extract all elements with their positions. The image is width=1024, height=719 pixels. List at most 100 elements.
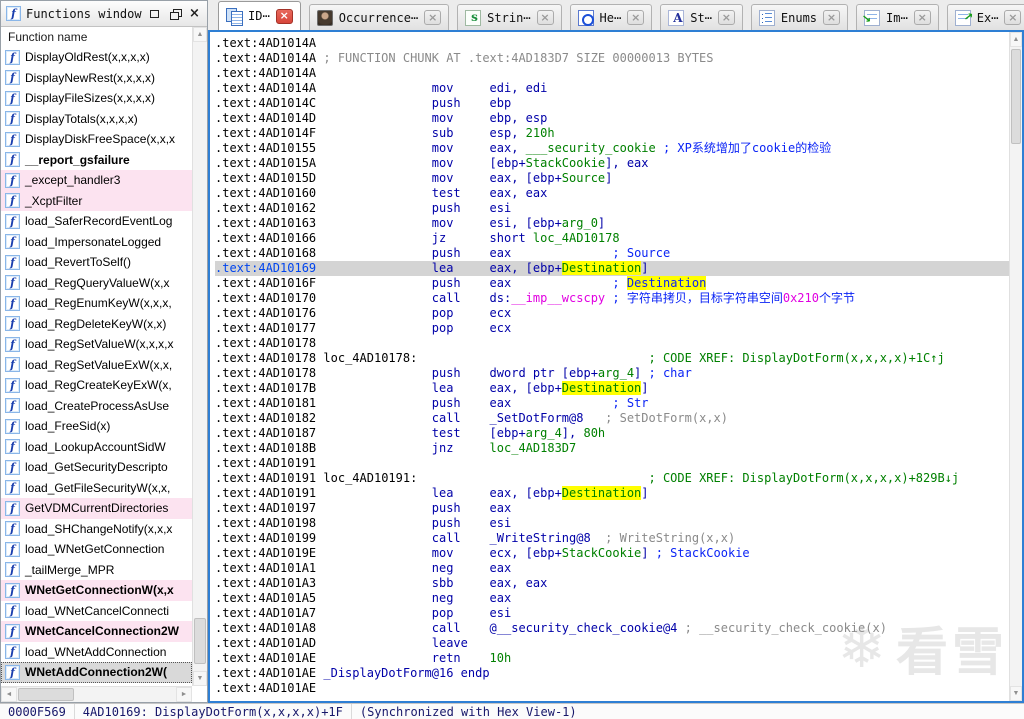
disassembly-line[interactable]: .text:4AD10176 pop ecx — [215, 306, 1009, 321]
tab-exports[interactable]: Ex⋯ × — [946, 4, 1024, 30]
disassembly-line[interactable]: .text:4AD101AE _DisplayDotForm@16 endp — [215, 666, 1009, 681]
disassembly-line[interactable]: .text:4AD101A3 sbb eax, eax — [215, 576, 1009, 591]
function-list-item[interactable]: f load_LookupAccountSidW — [1, 436, 192, 457]
tab-close-icon[interactable]: × — [717, 10, 735, 25]
disassembly-line[interactable]: .text:4AD10182 call _SetDotForm@8 ; SetD… — [215, 411, 1009, 426]
tab-strings[interactable]: Strin⋯ × — [457, 4, 562, 30]
disassembly-line[interactable]: .text:4AD10168 push eax ; Source — [215, 246, 1009, 261]
function-list-item[interactable]: f load_RegSetValueW(x,x,x,x — [1, 334, 192, 355]
disassembly-line[interactable]: .text:4AD1014D mov ebp, esp — [215, 111, 1009, 126]
scroll-down-arrow-icon[interactable]: ▼ — [193, 671, 207, 686]
disassembly-line[interactable]: .text:4AD10162 push esi — [215, 201, 1009, 216]
disassembly-line[interactable]: .text:4AD10178 — [215, 336, 1009, 351]
function-list-item[interactable]: f load_RegSetValueExW(x,x, — [1, 354, 192, 375]
function-list-item[interactable]: f load_SaferRecordEventLog — [1, 211, 192, 232]
disassembly-line[interactable]: .text:4AD1015D mov eax, [ebp+Source] — [215, 171, 1009, 186]
scroll-right-arrow-icon[interactable]: ► — [176, 687, 192, 702]
tab-close-icon[interactable]: × — [1004, 10, 1022, 25]
tab-hex[interactable]: He⋯ × — [569, 4, 653, 30]
tab-ida-view[interactable]: ID⋯ × — [218, 1, 301, 30]
disassembly-listing[interactable]: .text:4AD1014A .text:4AD1014A ; FUNCTION … — [210, 32, 1009, 701]
disassembly-line[interactable]: .text:4AD10178 loc_4AD10178: ; CODE XREF… — [215, 351, 1009, 366]
functions-window-titlebar[interactable]: f Functions window × — [1, 1, 207, 27]
restore-button[interactable] — [167, 7, 182, 21]
function-list-item[interactable]: f _tailMerge_MPR — [1, 559, 192, 580]
tab-close-icon[interactable]: × — [536, 10, 554, 25]
disassembly-line[interactable]: .text:4AD1014A — [215, 36, 1009, 51]
disassembly-line[interactable]: .text:4AD101A1 neg eax — [215, 561, 1009, 576]
disassembly-line[interactable]: .text:4AD1014C push ebp — [215, 96, 1009, 111]
scroll-down-arrow-icon[interactable]: ▼ — [1010, 686, 1022, 701]
disassembly-line[interactable]: .text:4AD10199 call _WriteString@8 ; Wri… — [215, 531, 1009, 546]
function-list-item[interactable]: f load_RevertToSelf() — [1, 252, 192, 273]
function-list-item[interactable]: f load_GetSecurityDescripto — [1, 457, 192, 478]
disassembly-line[interactable]: .text:4AD10166 jz short loc_4AD10178 — [215, 231, 1009, 246]
scroll-up-arrow-icon[interactable]: ▲ — [193, 27, 207, 42]
function-list-item[interactable]: f load_RegQueryValueW(x,x — [1, 272, 192, 293]
disassembly-current-line[interactable]: .text:4AD10169 lea eax, [ebp+Destination… — [215, 261, 1009, 276]
tab-structures[interactable]: St⋯ × — [660, 4, 743, 30]
scrollbar-thumb[interactable] — [18, 688, 74, 701]
tab-occurrences[interactable]: Occurrence⋯ × — [308, 4, 450, 30]
disassembly-line[interactable]: .text:4AD10160 test eax, eax — [215, 186, 1009, 201]
function-list-item[interactable]: f load_FreeSid(x) — [1, 416, 192, 437]
disassembly-line[interactable]: .text:4AD10191 loc_4AD10191: ; CODE XREF… — [215, 471, 1009, 486]
disassembly-line[interactable]: .text:4AD10197 push eax — [215, 501, 1009, 516]
disassembly-vertical-scrollbar[interactable]: ▲ ▼ — [1009, 32, 1022, 701]
tab-close-icon[interactable]: × — [627, 10, 645, 25]
function-list-item[interactable]: f WNetAddConnection2W( — [1, 662, 192, 683]
disassembly-line[interactable]: .text:4AD10155 mov eax, ___security_cook… — [215, 141, 1009, 156]
function-list-item[interactable]: f DisplayOldRest(x,x,x,x) — [1, 47, 192, 68]
scrollbar-thumb[interactable] — [194, 618, 206, 664]
function-list-item[interactable]: f __report_gsfailure — [1, 149, 192, 170]
function-list-item[interactable]: f load_RegCreateKeyExW(x, — [1, 375, 192, 396]
disassembly-line[interactable]: .text:4AD101AE retn 10h — [215, 651, 1009, 666]
function-list-item[interactable]: f _except_handler3 — [1, 170, 192, 191]
function-list-item[interactable]: f WNetCancelConnection2W — [1, 621, 192, 642]
function-list-item[interactable]: f DisplayDiskFreeSpace(x,x,x — [1, 129, 192, 150]
disassembly-line[interactable]: .text:4AD10170 call ds:__imp__wcscpy ; 字… — [215, 291, 1009, 306]
disassembly-line[interactable]: .text:4AD1016F push eax ; Destination — [215, 276, 1009, 291]
disassembly-line[interactable]: .text:4AD10178 push dword ptr [ebp+arg_4… — [215, 366, 1009, 381]
disassembly-line[interactable]: .text:4AD1014A mov edi, edi — [215, 81, 1009, 96]
disassembly-line[interactable]: .text:4AD10191 — [215, 456, 1009, 471]
tab-close-icon[interactable]: × — [275, 8, 293, 24]
function-list-item[interactable]: f load_SHChangeNotify(x,x,x — [1, 518, 192, 539]
disassembly-line[interactable]: .text:4AD1019E mov ecx, [ebp+StackCookie… — [215, 546, 1009, 561]
tab-close-icon[interactable]: × — [823, 10, 841, 25]
function-list-item[interactable]: f load_CreateProcessAsUse — [1, 395, 192, 416]
function-list-item[interactable]: f WNetGetConnectionW(x,x — [1, 580, 192, 601]
function-list-item[interactable]: f load_ImpersonateLogged — [1, 231, 192, 252]
disassembly-line[interactable]: .text:4AD101A7 pop esi — [215, 606, 1009, 621]
tab-close-icon[interactable]: × — [424, 10, 442, 25]
disassembly-line[interactable]: .text:4AD10187 test [ebp+arg_4], 80h — [215, 426, 1009, 441]
scroll-left-arrow-icon[interactable]: ◄ — [1, 687, 17, 702]
function-list-vertical-scrollbar[interactable]: ▲ ▼ — [192, 27, 207, 686]
function-list-item[interactable]: f load_WNetAddConnection — [1, 641, 192, 662]
disassembly-line[interactable]: .text:4AD1017B lea eax, [ebp+Destination… — [215, 381, 1009, 396]
function-list-item[interactable]: f load_RegDeleteKeyW(x,x) — [1, 313, 192, 334]
function-list-item[interactable]: f _XcptFilter — [1, 190, 192, 211]
disassembly-line[interactable]: .text:4AD101AE — [215, 681, 1009, 696]
function-list-horizontal-scrollbar[interactable]: ◄ ► — [1, 686, 192, 702]
tab-imports[interactable]: Im⋯ × — [856, 4, 939, 30]
function-list-item[interactable]: f load_RegEnumKeyW(x,x,x, — [1, 293, 192, 314]
disassembly-line[interactable]: .text:4AD1018B jnz loc_4AD183D7 — [215, 441, 1009, 456]
function-list-item[interactable]: f DisplayFileSizes(x,x,x,x) — [1, 88, 192, 109]
close-button[interactable]: × — [187, 7, 202, 21]
tab-enums[interactable]: Enums × — [750, 4, 849, 30]
disassembly-line[interactable]: .text:4AD1014F sub esp, 210h — [215, 126, 1009, 141]
function-list-item[interactable]: f GetVDMCurrentDirectories — [1, 498, 192, 519]
disassembly-line[interactable]: .text:4AD101AD leave — [215, 636, 1009, 651]
disassembly-line[interactable]: .text:4AD101A8 call @__security_check_co… — [215, 621, 1009, 636]
maximize-button[interactable] — [147, 7, 162, 21]
function-list-item[interactable]: f load_WNetCancelConnecti — [1, 600, 192, 621]
disassembly-line[interactable]: .text:4AD1015A mov [ebp+StackCookie], ea… — [215, 156, 1009, 171]
disassembly-line[interactable]: .text:4AD101A5 neg eax — [215, 591, 1009, 606]
disassembly-line[interactable]: .text:4AD10181 push eax ; Str — [215, 396, 1009, 411]
disassembly-line[interactable]: .text:4AD10163 mov esi, [ebp+arg_0] — [215, 216, 1009, 231]
function-list-item[interactable]: f load_WNetGetConnection — [1, 539, 192, 560]
scroll-up-arrow-icon[interactable]: ▲ — [1010, 32, 1022, 47]
scrollbar-thumb[interactable] — [1011, 49, 1021, 144]
function-list-item[interactable]: f DisplayNewRest(x,x,x,x) — [1, 67, 192, 88]
